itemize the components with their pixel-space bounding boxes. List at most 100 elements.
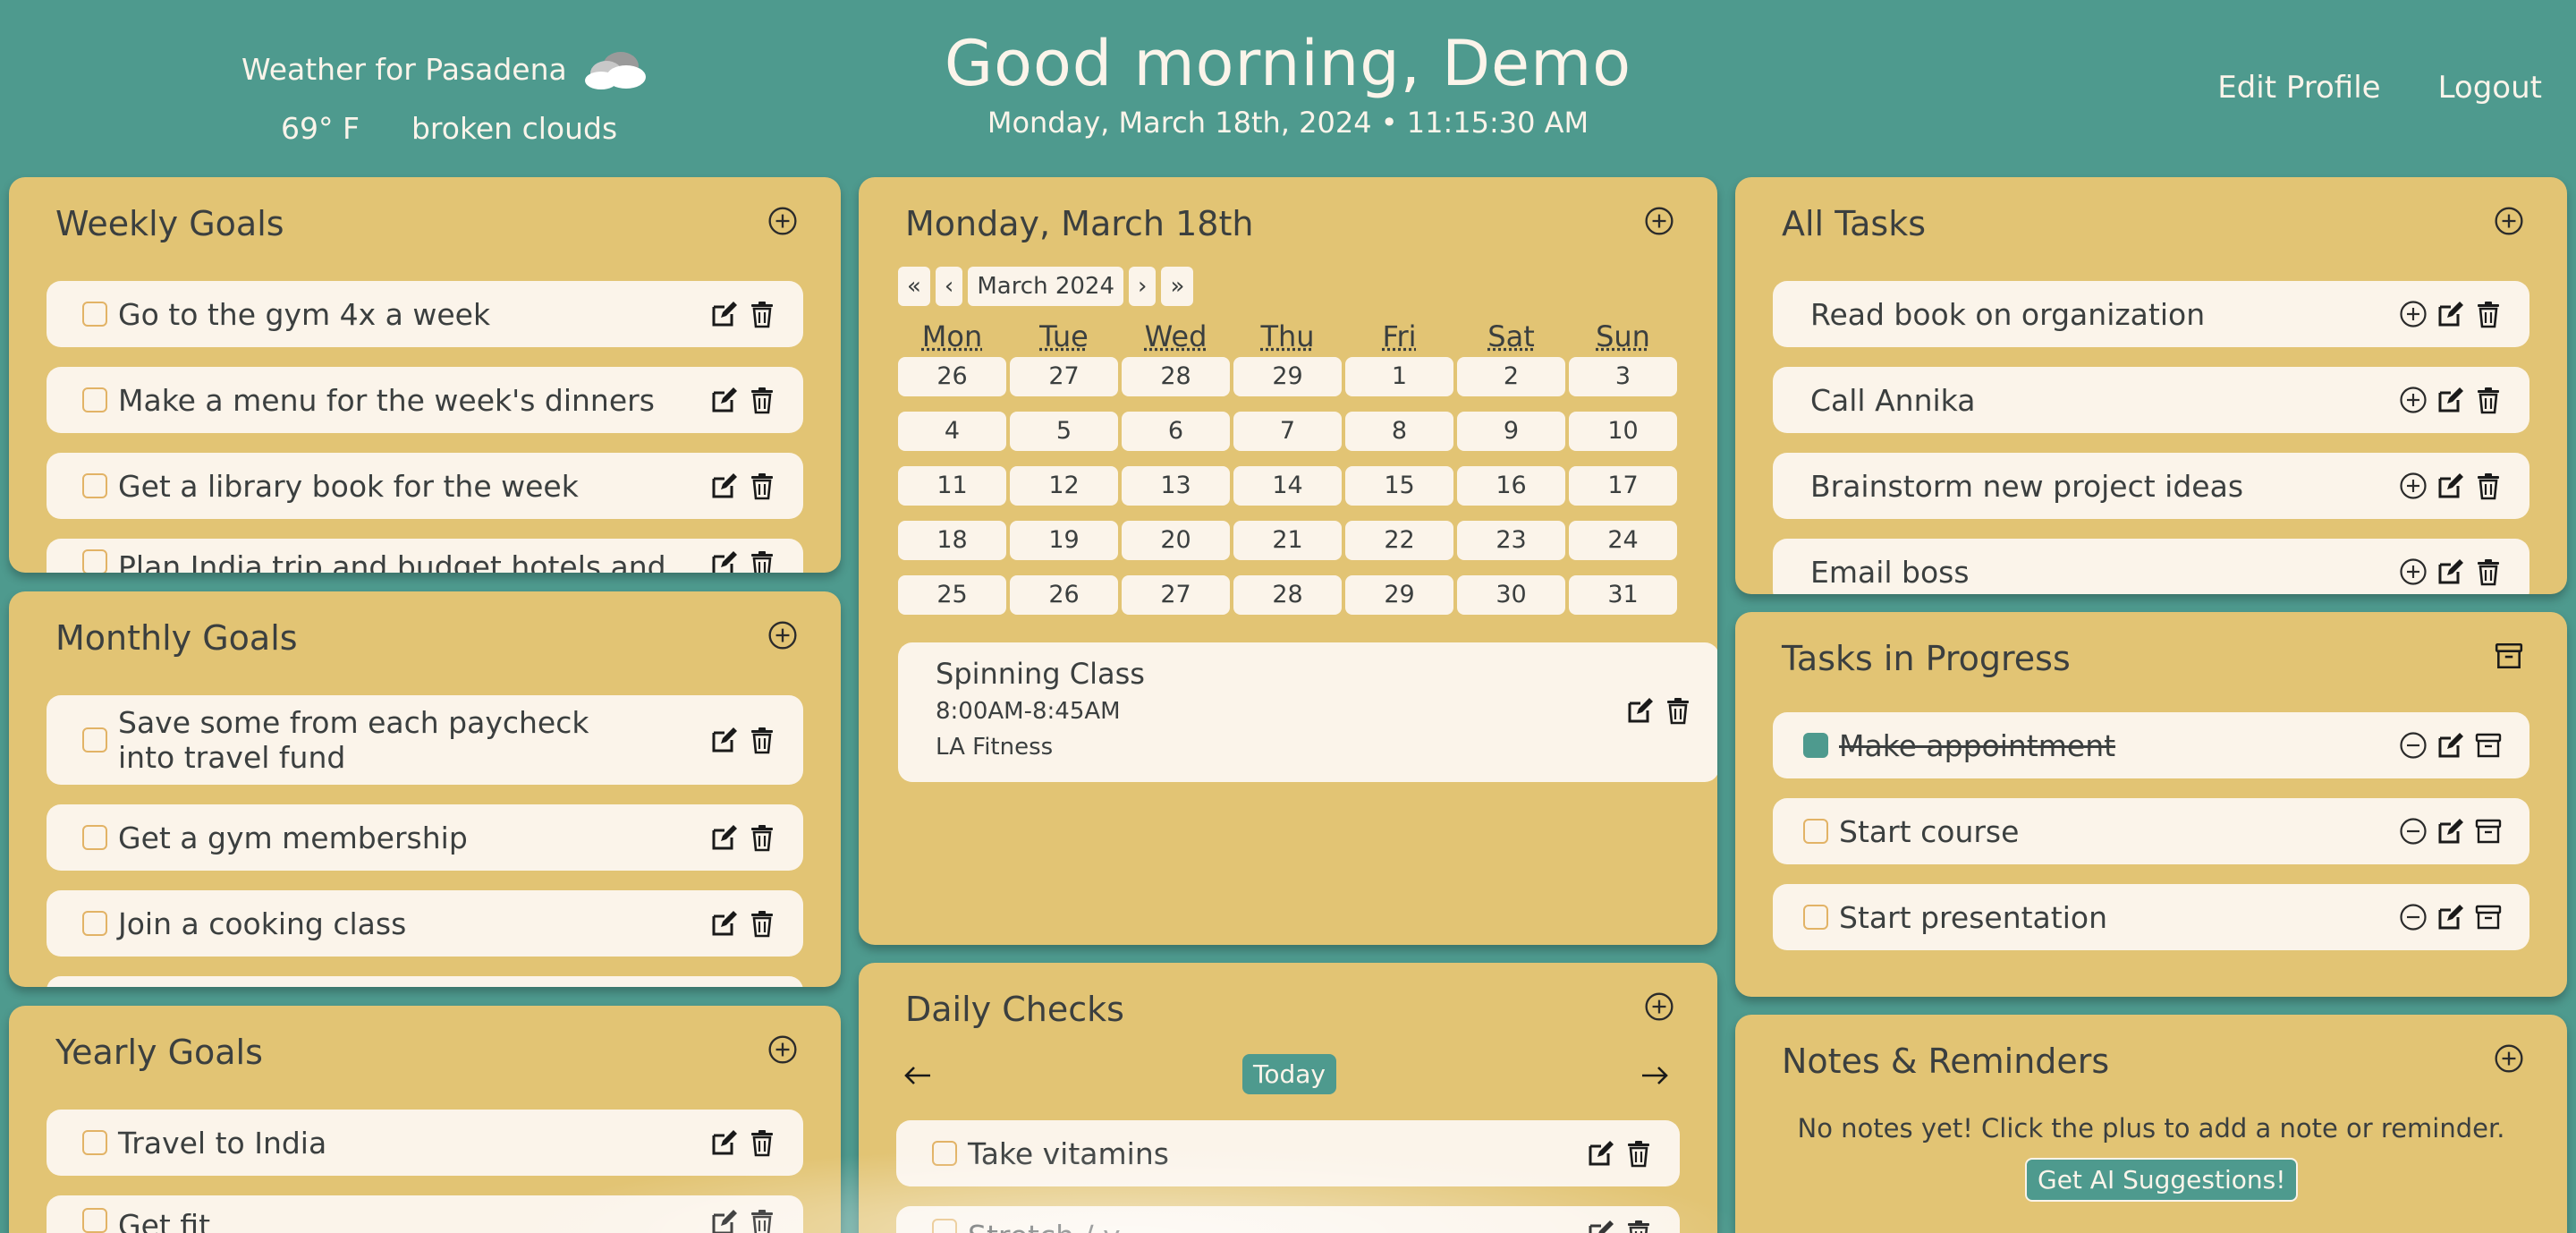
last-month-button[interactable]: »	[1161, 267, 1194, 306]
calendar-day[interactable]: 12	[1010, 466, 1118, 506]
trash-icon[interactable]	[2474, 386, 2503, 414]
calendar-day[interactable]: 28	[1233, 575, 1342, 615]
calendar-day[interactable]: 29	[1345, 575, 1453, 615]
edit-icon[interactable]	[710, 1208, 739, 1233]
calendar-day[interactable]: 23	[1457, 521, 1565, 560]
minus-circle-icon[interactable]	[2399, 731, 2428, 760]
calendar-day[interactable]: 16	[1457, 466, 1565, 506]
trash-icon[interactable]	[748, 1128, 776, 1157]
calendar-day[interactable]: 22	[1345, 521, 1453, 560]
prev-month-button[interactable]: ‹	[935, 267, 963, 306]
archive-icon[interactable]	[2494, 641, 2524, 671]
ai-suggestions-button[interactable]: Get AI Suggestions!	[2025, 1158, 2299, 1202]
trash-icon[interactable]	[748, 300, 776, 328]
month-label-button[interactable]: March 2024	[968, 267, 1124, 306]
trash-icon[interactable]	[1624, 1219, 1653, 1233]
calendar-day[interactable]: 24	[1569, 521, 1677, 560]
calendar-day[interactable]: 18	[898, 521, 1006, 560]
add-icon[interactable]	[767, 206, 798, 236]
edit-icon[interactable]	[2436, 300, 2465, 328]
goal-checkbox[interactable]	[82, 825, 107, 850]
calendar-day[interactable]: 25	[898, 575, 1006, 615]
minus-circle-icon[interactable]	[2399, 903, 2428, 931]
trash-icon[interactable]	[748, 823, 776, 852]
trash-icon[interactable]	[748, 549, 776, 573]
trash-icon[interactable]	[2474, 557, 2503, 586]
arrow-left-icon[interactable]	[903, 1065, 932, 1086]
edit-icon[interactable]	[710, 472, 739, 500]
edit-icon[interactable]	[710, 823, 739, 852]
minus-circle-icon[interactable]	[2399, 817, 2428, 846]
goal-checkbox[interactable]	[82, 1130, 107, 1155]
add-icon[interactable]	[1644, 206, 1674, 236]
calendar-day[interactable]: 21	[1233, 521, 1342, 560]
trash-icon[interactable]	[1624, 1139, 1653, 1168]
goal-checkbox[interactable]	[82, 549, 107, 573]
edit-icon[interactable]	[710, 726, 739, 754]
logout-link[interactable]: Logout	[2438, 70, 2542, 106]
calendar-day[interactable]: 26	[1010, 575, 1118, 615]
trash-icon[interactable]	[1664, 696, 1692, 725]
edit-icon[interactable]	[2436, 731, 2465, 760]
add-icon[interactable]	[1644, 991, 1674, 1022]
edit-icon[interactable]	[1587, 1139, 1615, 1168]
calendar-day[interactable]: 26	[898, 357, 1006, 396]
calendar-day[interactable]: 6	[1122, 412, 1230, 451]
trash-icon[interactable]	[748, 386, 776, 414]
calendar-day[interactable]: 31	[1569, 575, 1677, 615]
calendar-day[interactable]: 30	[1457, 575, 1565, 615]
calendar-day[interactable]: 13	[1122, 466, 1230, 506]
daily-checkbox[interactable]	[932, 1141, 957, 1166]
edit-icon[interactable]	[710, 386, 739, 414]
trash-icon[interactable]	[748, 1208, 776, 1233]
plus-circle-icon[interactable]	[2399, 557, 2428, 586]
edit-icon[interactable]	[2436, 472, 2465, 500]
goal-checkbox[interactable]	[82, 727, 107, 753]
calendar-day[interactable]: 3	[1569, 357, 1677, 396]
edit-icon[interactable]	[1587, 1219, 1615, 1233]
edit-icon[interactable]	[710, 549, 739, 573]
edit-icon[interactable]	[1626, 696, 1655, 725]
today-button[interactable]: Today	[1242, 1054, 1336, 1094]
edit-icon[interactable]	[2436, 903, 2465, 931]
calendar-day[interactable]: 4	[898, 412, 1006, 451]
arrow-right-icon[interactable]	[1640, 1065, 1669, 1086]
calendar-day[interactable]: 8	[1345, 412, 1453, 451]
trash-icon[interactable]	[748, 909, 776, 938]
goal-checkbox[interactable]	[82, 1208, 107, 1233]
trash-icon[interactable]	[2474, 472, 2503, 500]
add-icon[interactable]	[767, 620, 798, 651]
edit-icon[interactable]	[2436, 817, 2465, 846]
archive-icon[interactable]	[2474, 817, 2503, 846]
next-month-button[interactable]: ›	[1129, 267, 1157, 306]
calendar-day[interactable]: 14	[1233, 466, 1342, 506]
goal-checkbox[interactable]	[82, 302, 107, 327]
plus-circle-icon[interactable]	[2399, 472, 2428, 500]
calendar-day[interactable]: 29	[1233, 357, 1342, 396]
edit-icon[interactable]	[710, 1128, 739, 1157]
calendar-day[interactable]: 7	[1233, 412, 1342, 451]
calendar-day[interactable]: 11	[898, 466, 1006, 506]
trash-icon[interactable]	[748, 472, 776, 500]
trash-icon[interactable]	[2474, 300, 2503, 328]
trash-icon[interactable]	[748, 726, 776, 754]
goal-checkbox[interactable]	[82, 911, 107, 936]
calendar-day[interactable]: 28	[1122, 357, 1230, 396]
edit-profile-link[interactable]: Edit Profile	[2217, 70, 2380, 106]
calendar-day[interactable]: 19	[1010, 521, 1118, 560]
goal-checkbox[interactable]	[82, 473, 107, 498]
edit-icon[interactable]	[2436, 386, 2465, 414]
calendar-day[interactable]: 10	[1569, 412, 1677, 451]
archive-icon[interactable]	[2474, 903, 2503, 931]
edit-icon[interactable]	[2436, 557, 2465, 586]
calendar-day[interactable]: 15	[1345, 466, 1453, 506]
plus-circle-icon[interactable]	[2399, 386, 2428, 414]
first-month-button[interactable]: «	[898, 267, 930, 306]
calendar-day[interactable]: 1	[1345, 357, 1453, 396]
add-icon[interactable]	[767, 1034, 798, 1065]
add-icon[interactable]	[2494, 206, 2524, 236]
calendar-day[interactable]: 2	[1457, 357, 1565, 396]
calendar-day[interactable]: 5	[1010, 412, 1118, 451]
calendar-day[interactable]: 27	[1010, 357, 1118, 396]
task-checkbox[interactable]	[1803, 905, 1828, 930]
